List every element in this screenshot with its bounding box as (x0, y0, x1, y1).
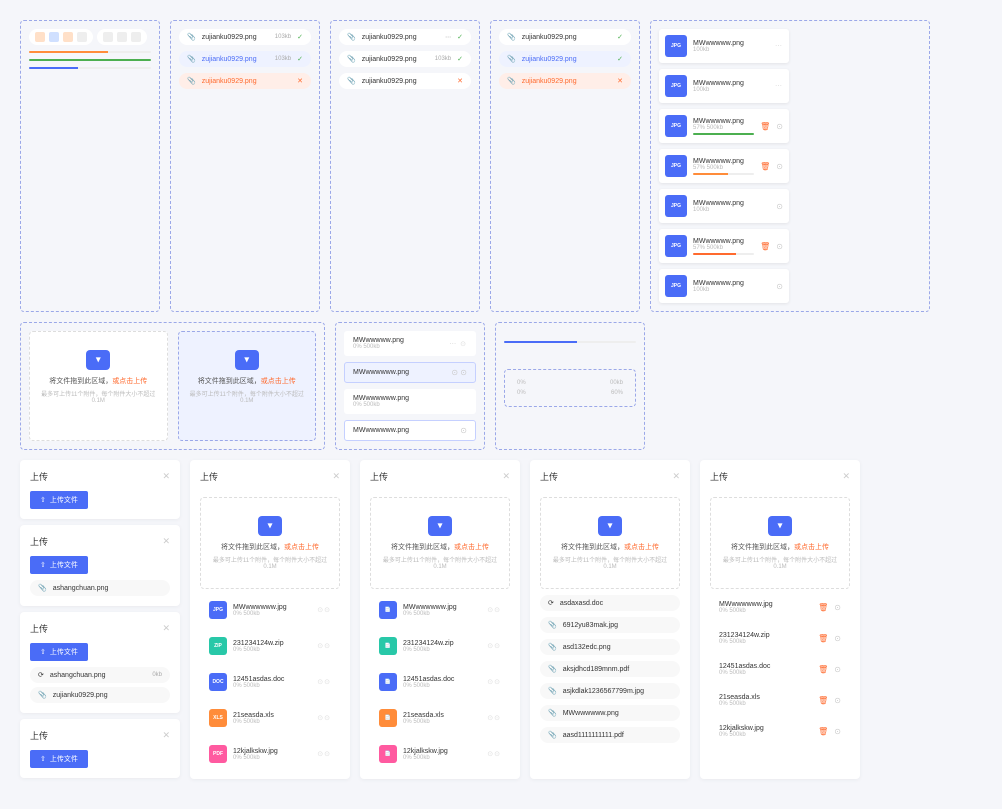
file-item[interactable]: 📎MWwwwwww.png (540, 705, 680, 721)
file-item[interactable]: 📎aasd1111111111.pdf (540, 727, 680, 743)
file-row[interactable]: 12kjalkskw.jpg0% 500kb🗑⊙ (710, 719, 850, 744)
thumb-card[interactable]: JPGMWwwwww.png100kb⋯ (659, 69, 789, 103)
attach-icon: 📎 (347, 33, 356, 41)
cloud-icon (86, 350, 110, 370)
file-row[interactable]: 12451asdas.doc0% 500kb🗑⊙ (710, 657, 850, 682)
upload-card: 上传✕ ⇧上传文件 📎ashangchuan.png (20, 525, 180, 606)
thumb-card[interactable]: JPGMWwwwww.png57% 500kb🗑⊙ (659, 149, 789, 183)
close-icon[interactable]: ✕ (297, 77, 303, 85)
delete-icon[interactable]: 🗑 (760, 162, 770, 171)
file-pill[interactable]: 📎zujianku0929.png103kb✓ (339, 51, 471, 67)
file-row[interactable]: MWwwwwww.png0% 500kb (344, 389, 476, 414)
upload-button[interactable]: ⇧上传文件 (30, 556, 88, 574)
delete-icon[interactable]: 🗑 (818, 603, 828, 612)
file-item[interactable]: 📎asd132edc.png (540, 639, 680, 655)
file-item[interactable]: 📎asjkdlak1236567799m.jpg (540, 683, 680, 699)
dropzone[interactable]: 将文件拖到此区域，或点击上传最多可上传11个附件，每个附件大小不超过0.1M (710, 497, 850, 589)
thumb-card[interactable]: JPGMWwwwww.png100kb⊙ (659, 269, 789, 303)
file-row[interactable]: XLS21seasda.xls0% 500kb⊙⊙ (200, 703, 340, 733)
file-row[interactable]: 📄12451asdas.doc0% 500kb⊙⊙ (370, 667, 510, 697)
file-row[interactable]: 231234124w.zip0% 500kb🗑⊙ (710, 626, 850, 651)
file-row[interactable]: 📄21seasda.xls0% 500kb⊙⊙ (370, 703, 510, 733)
close-icon[interactable]: ✕ (162, 471, 170, 482)
close-icon[interactable]: ✕ (162, 730, 170, 741)
upload-panel: 上传✕ 将文件拖到此区域，或点击上传最多可上传11个附件，每个附件大小不超过0.… (360, 460, 520, 779)
upload-button[interactable]: ⇧上传文件 (30, 643, 88, 661)
upload-card: 上传✕ ⇧上传文件 ⟳ashangchuan.png0kb 📎zujianku0… (20, 612, 180, 713)
upload-panel: 上传✕ 将文件拖到此区域，或点击上传最多可上传11个附件，每个附件大小不超过0.… (700, 460, 860, 779)
dropzone[interactable]: 将文件拖到此区域，或点击上传最多可上传11个附件，每个附件大小不超过0.1M (29, 331, 168, 441)
file-item[interactable]: 📎zujianku0929.png (30, 687, 170, 703)
file-pill[interactable]: 📎zujianku0929.png⋯✓ (339, 29, 471, 45)
file-row[interactable]: 21seasda.xls0% 500kb🗑⊙ (710, 688, 850, 713)
file-item[interactable]: ⟳ashangchuan.png0kb (30, 667, 170, 683)
upload-icon: ⇧ (40, 496, 46, 504)
close-icon[interactable]: ✕ (672, 471, 680, 482)
file-row[interactable]: 📄231234124w.zip0% 500kb⊙⊙ (370, 631, 510, 661)
file-item[interactable]: 📎6912yu83mak.jpg (540, 617, 680, 633)
delete-icon[interactable]: 🗑 (760, 242, 770, 251)
file-row[interactable]: JPGMWwwwwww.jpg0% 500kb⊙⊙ (200, 595, 340, 625)
file-row[interactable]: ZIP231234124w.zip0% 500kb⊙⊙ (200, 631, 340, 661)
upload-card: 上传 ✕ ⇧上传文件 (20, 460, 180, 519)
file-item[interactable]: ⟳asdaxasd.doc (540, 595, 680, 611)
toolbar-b (97, 29, 147, 45)
attach-icon: 📎 (187, 33, 196, 41)
attach-icon: 📎 (187, 77, 196, 85)
card-title: 上传 (30, 470, 48, 483)
file-row[interactable]: 📄12kjalkskw.jpg0% 500kb⊙⊙ (370, 739, 510, 769)
attach-icon: 📎 (507, 77, 516, 85)
attach-icon: 📎 (347, 55, 356, 63)
file-row[interactable]: MWwwwwww.png⊙ (344, 420, 476, 441)
file-row[interactable]: PDF12kjalkskw.jpg0% 500kb⊙⊙ (200, 739, 340, 769)
dropzone[interactable]: 将文件拖到此区域，或点击上传最多可上传11个附件，每个附件大小不超过0.1M (200, 497, 340, 589)
attach-icon: 📎 (507, 55, 516, 63)
check-icon: ✓ (297, 33, 303, 41)
file-item[interactable]: 📎aksjdhcd189mnm.pdf (540, 661, 680, 677)
thumb-card[interactable]: JPGMWwwwww.png100kb⋯ (659, 29, 789, 63)
file-row[interactable]: MWwwwwww.jpg0% 500kb🗑⊙ (710, 595, 850, 620)
check-icon: ✓ (297, 55, 303, 63)
attach-icon: 📎 (347, 77, 356, 85)
delete-icon[interactable]: 🗑 (760, 122, 770, 131)
file-pill[interactable]: 📎zujianku0929.png✓ (499, 51, 631, 67)
thumb-card[interactable]: JPGMWwwwww.png57% 500kb🗑⊙ (659, 109, 789, 143)
file-pill[interactable]: 📎zujianku0929.png103kb✓ (179, 51, 311, 67)
close-icon[interactable]: ✕ (332, 471, 340, 482)
file-pill[interactable]: 📎zujianku0929.png103kb✓ (179, 29, 311, 45)
thumb-card[interactable]: JPGMWwwwww.png57% 500kb🗑⊙ (659, 229, 789, 263)
file-pill[interactable]: 📎zujianku0929.png✓ (499, 29, 631, 45)
close-icon[interactable]: ✕ (457, 77, 463, 85)
dropzone[interactable]: 将文件拖到此区域，或点击上传最多可上传11个附件，每个附件大小不超过0.1M (370, 497, 510, 589)
file-row[interactable]: 📄MWwwwwww.jpg0% 500kb⊙⊙ (370, 595, 510, 625)
close-icon[interactable]: ✕ (502, 471, 510, 482)
close-icon[interactable]: ✕ (162, 536, 170, 547)
file-pill[interactable]: 📎zujianku0929.png✕ (499, 73, 631, 89)
upload-button[interactable]: ⇧上传文件 (30, 750, 88, 768)
toolbar-a (29, 29, 93, 45)
close-icon[interactable]: ✕ (162, 623, 170, 634)
close-icon[interactable]: ✕ (617, 77, 623, 85)
dropzone-active[interactable]: 将文件拖到此区域，或点击上传最多可上传11个附件，每个附件大小不超过0.1M (178, 331, 317, 441)
upload-card: 上传✕ ⇧上传文件 (20, 719, 180, 778)
file-row[interactable]: MWwwwww.png0% 500kb⋯ ⊙ (344, 331, 476, 356)
file-row[interactable]: MWwwwwww.png⊙ ⊙ (344, 362, 476, 383)
close-icon[interactable]: ✕ (842, 471, 850, 482)
file-pill[interactable]: 📎zujianku0929.png✕ (339, 73, 471, 89)
dropzone[interactable]: 将文件拖到此区域，或点击上传最多可上传11个附件，每个附件大小不超过0.1M (540, 497, 680, 589)
thumb-card[interactable]: JPGMWwwwww.png100kb⊙ (659, 189, 789, 223)
cloud-icon (235, 350, 259, 370)
upload-panel: 上传✕ 将文件拖到此区域，或点击上传最多可上传11个附件，每个附件大小不超过0.… (190, 460, 350, 779)
file-row[interactable]: DOC12451asdas.doc0% 500kb⊙⊙ (200, 667, 340, 697)
attach-icon: 📎 (187, 55, 196, 63)
attach-icon: 📎 (507, 33, 516, 41)
upload-button[interactable]: ⇧上传文件 (30, 491, 88, 509)
file-item[interactable]: 📎ashangchuan.png (30, 580, 170, 596)
file-pill[interactable]: 📎zujianku0929.png✕ (179, 73, 311, 89)
upload-panel: 上传✕ 将文件拖到此区域，或点击上传最多可上传11个附件，每个附件大小不超过0.… (530, 460, 690, 779)
